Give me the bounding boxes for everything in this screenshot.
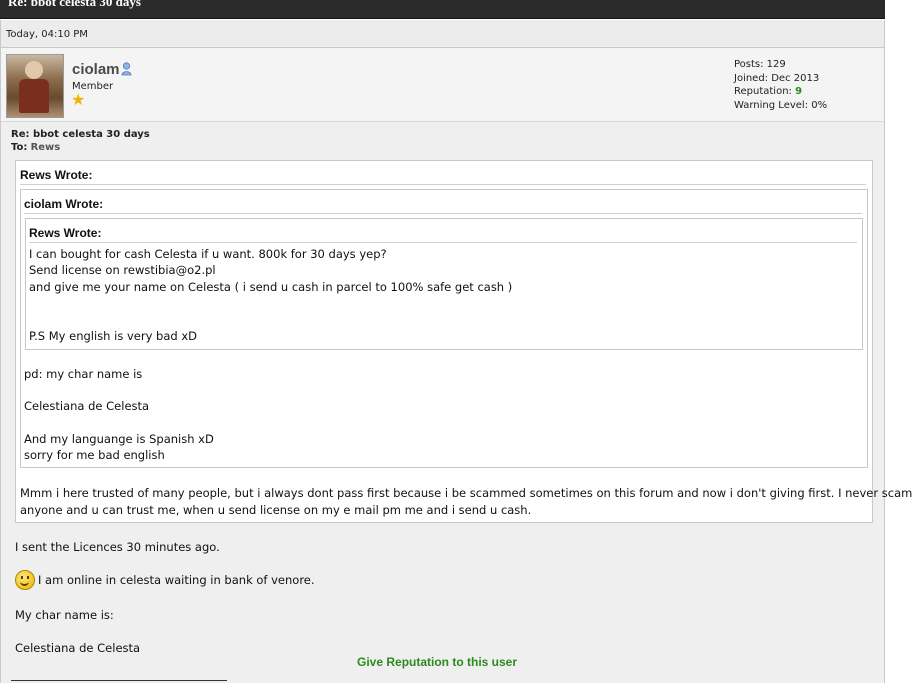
post-date: Today, 04:10 PM [6, 29, 88, 40]
quote-line: I can bought for cash Celesta if u want.… [29, 247, 387, 261]
smiley-icon [15, 570, 35, 590]
quote-inner: Rews Wrote: I can bought for cash Celest… [25, 218, 863, 350]
posts-count: Posts: 129 [734, 59, 786, 70]
quote-line: Send license on rewstibia@o2.pl [29, 263, 216, 277]
post-body-line: My char name is: [15, 608, 114, 622]
recipient-link[interactable]: Rews [31, 142, 61, 153]
quote-divider [29, 242, 857, 243]
star-icon: ★ [71, 90, 86, 109]
to-label: To: [11, 142, 28, 153]
signature-divider [11, 680, 227, 681]
quote-inner-header: Rews Wrote: [29, 226, 102, 240]
quote-outer-header: Rews Wrote: [20, 168, 93, 182]
post-body-line: I am online in celesta waiting in bank o… [38, 573, 315, 587]
give-reputation-link[interactable]: Give Reputation to this user [357, 655, 517, 669]
avatar[interactable] [6, 54, 64, 118]
quote-reply-line: anyone and u can trust me, when u send l… [20, 503, 532, 517]
post-header-title: Re: bbot celesta 30 days [8, 0, 141, 9]
joined-date: Joined: Dec 2013 [734, 72, 820, 84]
post-title-bar: Re: bbot celesta 30 days [0, 0, 885, 19]
user-stats: Posts: 129 Joined: Dec 2013 Reputation: … [734, 58, 827, 112]
quote-line: P.S My english is very bad xD [29, 329, 198, 343]
quote-line: pd: my char name is [24, 367, 143, 381]
quote-line: sorry for me bad english [24, 448, 165, 462]
quote-line: Celestiana de Celesta [24, 399, 150, 413]
quote-reply-line: Mmm i here trusted of many people, but i… [20, 486, 913, 500]
reputation: Reputation: 9 [734, 85, 827, 99]
warning-level: Warning Level: 0% [734, 99, 828, 111]
post-subject: Re: bbot celesta 30 days [11, 129, 150, 140]
post-content: Re: bbot celesta 30 days To: Rews Rews W… [0, 122, 912, 683]
quote-line: and give me your name on Celesta ( i sen… [29, 280, 513, 294]
post-recipient-line: To: Rews [11, 142, 60, 153]
quote-middle-header: ciolam Wrote: [24, 197, 104, 211]
post-body-line: Celestiana de Celesta [15, 641, 141, 655]
quote-divider [20, 184, 866, 185]
reputation-value: 9 [795, 86, 803, 97]
quote-divider [24, 213, 862, 214]
quote-middle: ciolam Wrote: Rews Wrote: I can bought f… [20, 189, 868, 468]
quote-line: And my languange is Spanish xD [24, 432, 214, 446]
reputation-label: Reputation: [734, 86, 792, 97]
username-link[interactable]: ciolam [72, 61, 120, 78]
user-online-icon [121, 62, 132, 76]
quote-outer: Rews Wrote: ciolam Wrote: Rews Wrote: I … [15, 160, 912, 523]
user-info-panel: ciolam Member ★ Posts: 129 Joined: Dec 2… [0, 48, 885, 122]
post-date-bar: Today, 04:10 PM [0, 20, 885, 48]
post-body-line: I sent the Licences 30 minutes ago. [15, 540, 220, 554]
